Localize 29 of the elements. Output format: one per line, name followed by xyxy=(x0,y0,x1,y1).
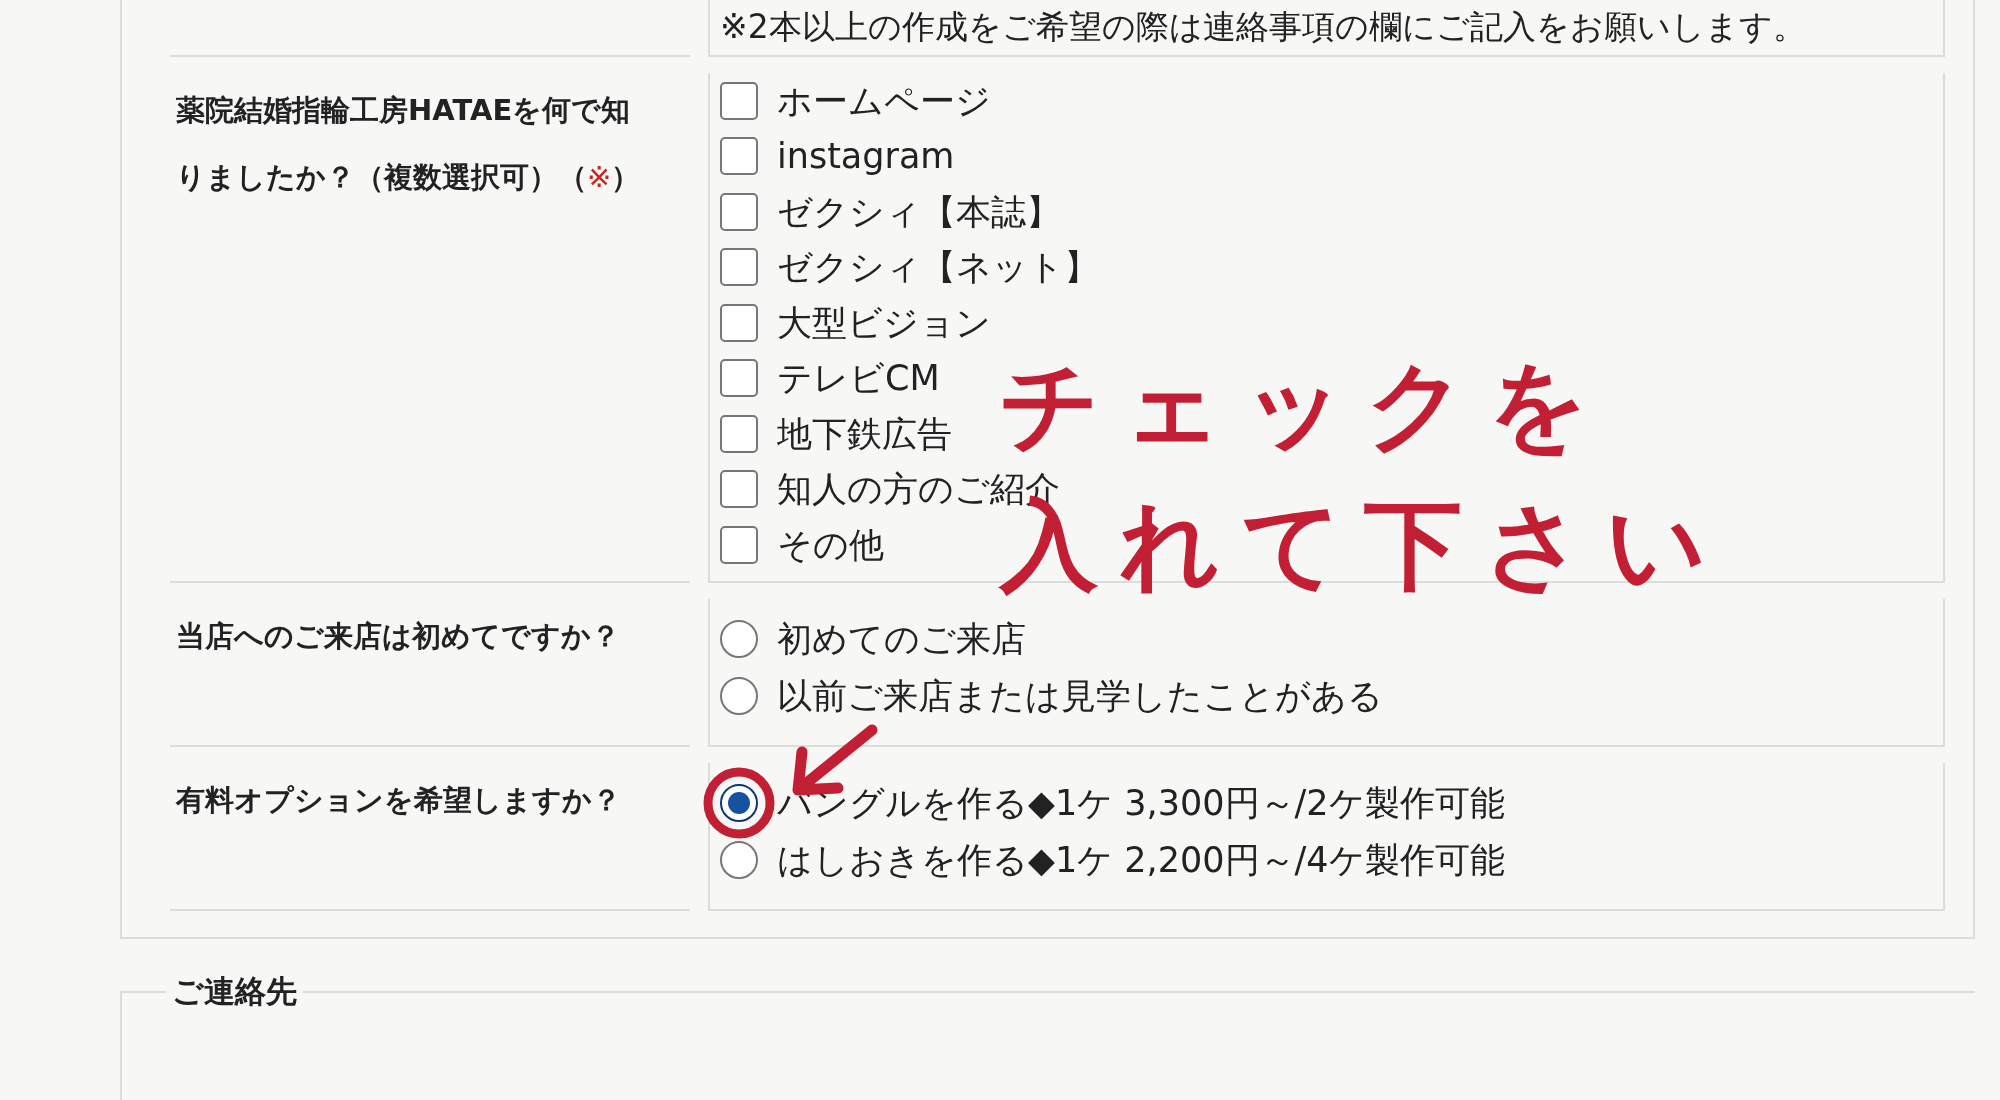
checkbox[interactable] xyxy=(720,248,758,287)
question-label: 有料オプションを希望しますか？ xyxy=(176,781,622,819)
option-label: その他 xyxy=(777,523,884,567)
option-label: ゼクシィ【ネット】 xyxy=(777,246,1099,289)
option-label: instagram xyxy=(777,135,955,178)
checkbox[interactable] xyxy=(720,192,758,231)
checkbox[interactable] xyxy=(720,359,758,398)
option-label: ゼクシィ【本誌】 xyxy=(777,190,1061,234)
checkbox[interactable] xyxy=(720,470,758,509)
question-label: 薬院結婚指輪工房HATAEを何で知りましたか？（複数選択可）（※） xyxy=(176,92,642,196)
question-label: 当店へのご来店は初めてですか？ xyxy=(176,617,621,655)
radio-button[interactable] xyxy=(720,784,758,822)
radio-button[interactable] xyxy=(720,841,758,879)
radio-button[interactable] xyxy=(720,620,758,658)
checkbox[interactable] xyxy=(720,81,758,120)
option-label: はしおきを作る◆1ケ 2,200円～/4ケ製作可能 xyxy=(777,838,1505,882)
option-label: 地下鉄広告 xyxy=(777,412,952,456)
radio-button[interactable] xyxy=(720,677,758,715)
checkbox[interactable] xyxy=(720,414,758,453)
option-label: ホームページ xyxy=(777,79,991,123)
note-text: ※2本以上の作成をご希望の際は連絡事項の欄にご記入をお願いします。 xyxy=(720,10,1806,43)
option-label: 大型ビジョン xyxy=(777,301,991,345)
annotation-text: チェックを xyxy=(1000,350,1611,460)
checkbox[interactable] xyxy=(720,525,758,564)
option-label: テレビCM xyxy=(777,357,940,400)
option-label: 以前ご来店または見学したことがある xyxy=(777,674,1383,718)
checkbox[interactable] xyxy=(720,303,758,342)
checkbox[interactable] xyxy=(720,137,758,176)
option-label: 初めてのご来店 xyxy=(777,617,1026,661)
